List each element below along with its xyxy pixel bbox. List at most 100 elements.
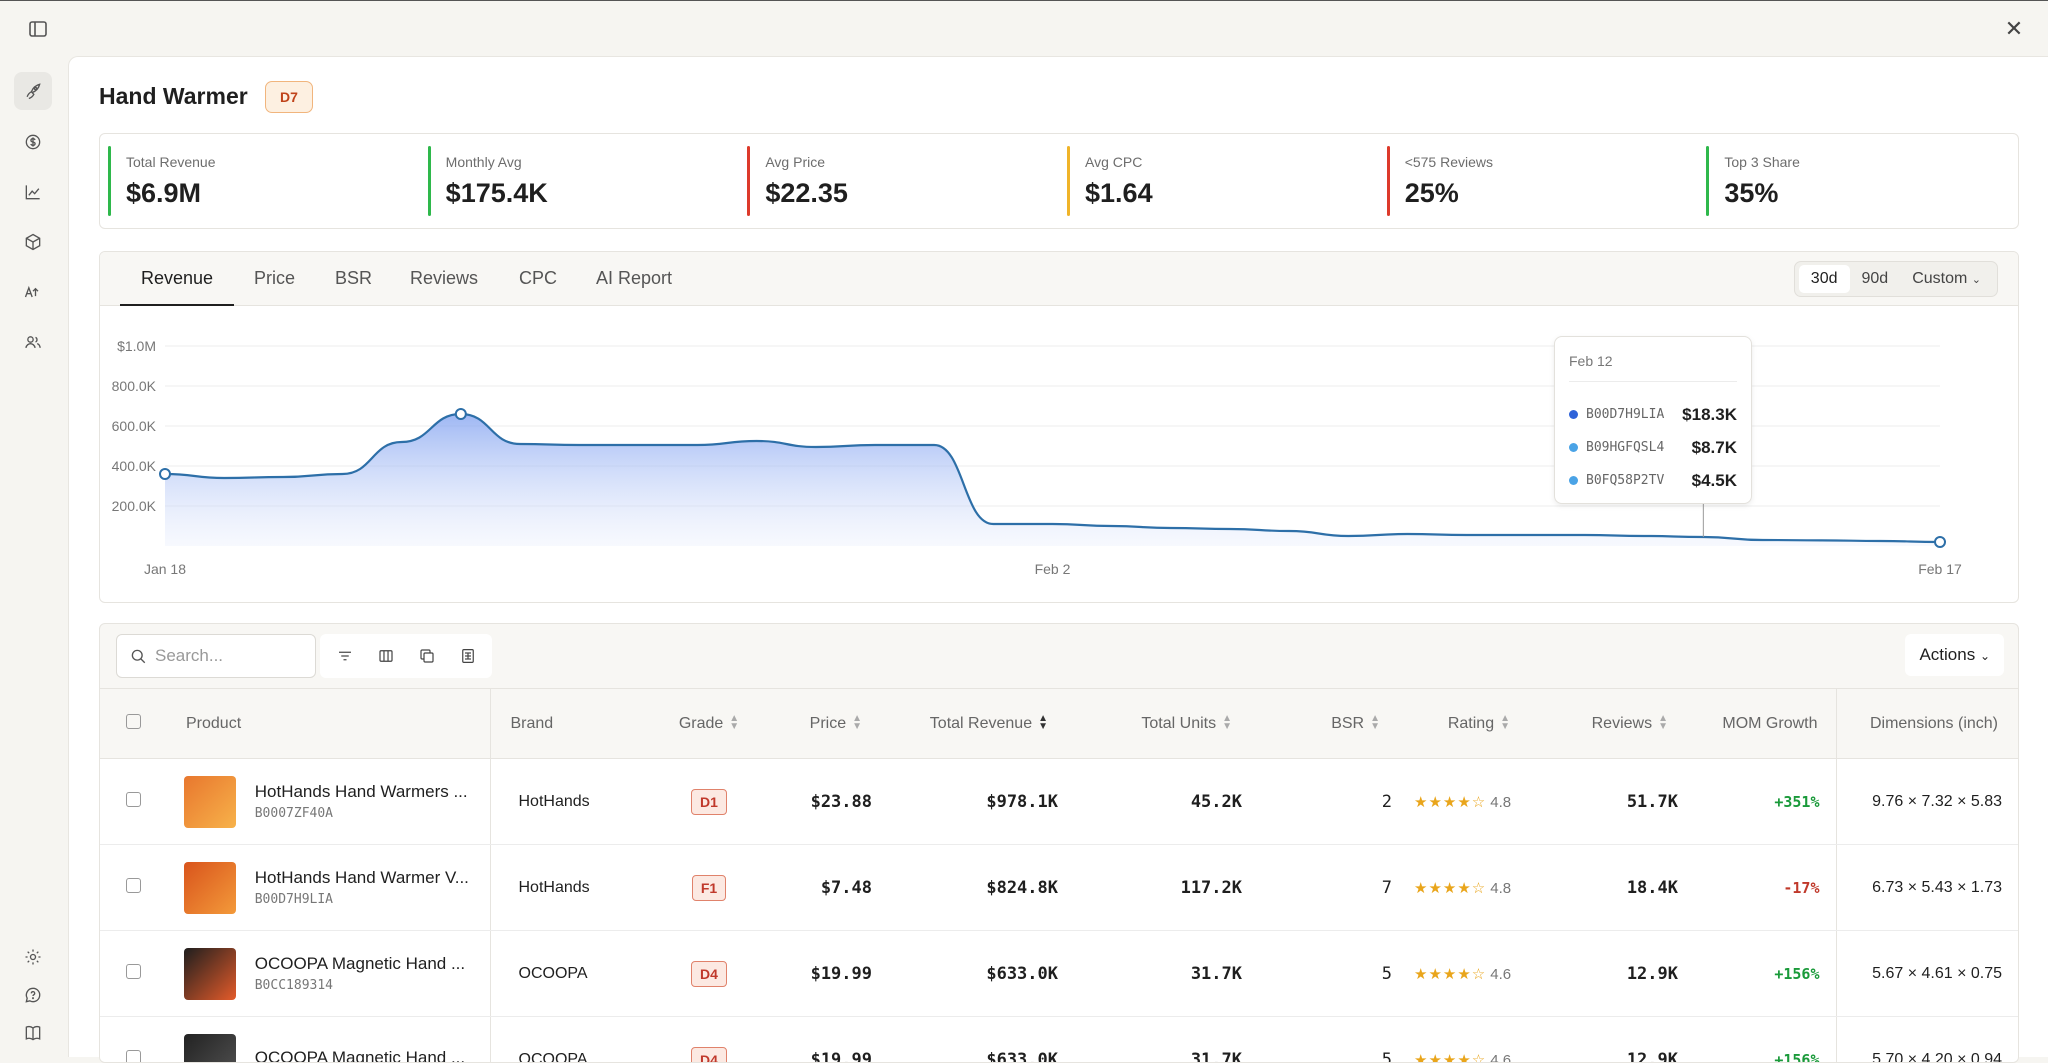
price-cell: $19.99: [752, 931, 882, 1017]
revenue-cell: $633.0K: [882, 931, 1066, 1017]
range-90d[interactable]: 90d: [1850, 265, 1901, 293]
col-mom-growth[interactable]: MOM Growth: [1686, 689, 1836, 759]
actions-button[interactable]: Actions ⌄: [1905, 634, 2004, 676]
book-icon: [23, 1023, 43, 1043]
data-point: [1935, 537, 1945, 547]
rail-launch[interactable]: [14, 72, 52, 110]
search-box[interactable]: [116, 634, 316, 678]
tooltip-amount: $4.5K: [1692, 471, 1737, 491]
sort-icon: ▲▼: [1658, 715, 1668, 731]
table-row[interactable]: OCOOPA Magnetic Hand ... B0CC189314 OCOO…: [100, 931, 2019, 1017]
table-row[interactable]: OCOOPA Magnetic Hand ... OCOOPA D4 $19.9…: [100, 1017, 2019, 1063]
bsr-cell: 5: [1250, 1017, 1400, 1063]
rating-cell: ★★★★☆4.8: [1400, 759, 1536, 845]
sort-active-icon: ▲▼: [1038, 715, 1048, 731]
tab-reviews[interactable]: Reviews: [410, 252, 478, 306]
kpi-accent-bar: [1706, 146, 1709, 216]
col-bsr[interactable]: BSR▲▼: [1250, 689, 1400, 759]
sort-icon: ▲▼: [1222, 715, 1232, 731]
tab-price[interactable]: Price: [254, 252, 295, 306]
price-cell: $23.88: [752, 759, 882, 845]
product-cell[interactable]: OCOOPA Magnetic Hand ...: [166, 1017, 490, 1063]
product-name: OCOOPA Magnetic Hand ...: [255, 1048, 465, 1063]
growth-value: -17%: [1783, 879, 1819, 897]
kpi-accent-bar: [428, 146, 431, 216]
close-icon[interactable]: ✕: [2002, 17, 2026, 41]
grade-cell: F1: [666, 845, 752, 931]
rating-value: 4.8: [1490, 794, 1511, 811]
tab-bsr[interactable]: BSR: [335, 252, 372, 306]
bsr-cell: 7: [1250, 845, 1400, 931]
col-price[interactable]: Price▲▼: [752, 689, 882, 759]
kpi-card: <575 Reviews 25%: [1379, 134, 1699, 228]
row-checkbox[interactable]: [126, 964, 141, 979]
export-button[interactable]: [447, 638, 488, 674]
bsr-cell: 2: [1250, 759, 1400, 845]
rail-products[interactable]: [14, 223, 52, 261]
tab-ai-report[interactable]: AI Report: [596, 252, 672, 306]
col-product[interactable]: Product: [166, 689, 490, 759]
grade-pill: D4: [691, 1047, 727, 1063]
rating-value: 4.8: [1490, 880, 1511, 897]
users-icon: [23, 332, 43, 352]
rail-help[interactable]: [14, 976, 52, 1014]
row-checkbox[interactable]: [126, 792, 141, 807]
table-row[interactable]: HotHands Hand Warmer V... B00D7H9LIA Hot…: [100, 845, 2019, 931]
tooltip-asin: B0FQ58P2TV: [1586, 473, 1692, 488]
filter-button[interactable]: [324, 638, 365, 674]
col-total-units[interactable]: Total Units ▲▼: [1066, 689, 1250, 759]
tooltip-amount: $8.7K: [1692, 438, 1737, 458]
range-custom[interactable]: Custom ⌄: [1900, 265, 1993, 293]
rail-settings[interactable]: [14, 938, 52, 976]
columns-button[interactable]: [365, 638, 406, 674]
brand-cell: HotHands: [490, 759, 666, 845]
gear-icon: [23, 947, 43, 967]
product-cell[interactable]: HotHands Hand Warmers ... B0007ZF40A: [166, 759, 490, 845]
grade-pill: D4: [691, 961, 727, 987]
col-brand[interactable]: Brand: [490, 689, 666, 759]
row-checkbox[interactable]: [126, 1050, 141, 1063]
rail-docs[interactable]: [14, 1014, 52, 1052]
col-grade[interactable]: Grade▲▼: [666, 689, 752, 759]
dollar-circle-icon: [23, 132, 43, 152]
col-total-units-label: Total Units: [1141, 715, 1216, 732]
search-input[interactable]: [155, 646, 305, 666]
col-total-revenue[interactable]: Total Revenue ▲▼: [882, 689, 1066, 759]
col-total-revenue-label: Total Revenue: [930, 715, 1032, 732]
table-row[interactable]: HotHands Hand Warmers ... B0007ZF40A Hot…: [100, 759, 2019, 845]
units-cell: 117.2K: [1066, 845, 1250, 931]
kpi-card: Monthly Avg $175.4K: [420, 134, 740, 228]
range-30d[interactable]: 30d: [1799, 265, 1850, 293]
rating-value: 4.6: [1490, 1052, 1511, 1063]
grade-pill: D1: [691, 789, 727, 815]
sidebar-toggle-icon[interactable]: [26, 17, 50, 41]
page-title: Hand Warmer: [99, 83, 248, 110]
product-cell[interactable]: OCOOPA Magnetic Hand ... B0CC189314: [166, 931, 490, 1017]
rail-analytics[interactable]: [14, 173, 52, 211]
chevron-down-icon: ⌄: [1972, 274, 1981, 286]
col-reviews[interactable]: Reviews▲▼: [1536, 689, 1686, 759]
tab-cpc[interactable]: CPC: [519, 252, 557, 306]
product-asin: B00D7H9LIA: [255, 892, 469, 907]
copy-button[interactable]: [406, 638, 447, 674]
col-rating[interactable]: Rating▲▼: [1400, 689, 1536, 759]
product-name: HotHands Hand Warmers ...: [255, 782, 468, 802]
reviews-cell: 12.9K: [1536, 1017, 1686, 1063]
dimensions-cell: 5.67 × 4.61 × 0.75: [1836, 931, 2019, 1017]
revenue-cell: $824.8K: [882, 845, 1066, 931]
y-tick-label: 200.0K: [112, 498, 157, 514]
select-all-checkbox[interactable]: [126, 714, 141, 729]
table-toolbar: [320, 634, 492, 678]
rating-cell: ★★★★☆4.6: [1400, 931, 1536, 1017]
rail-keywords[interactable]: [14, 273, 52, 311]
row-checkbox[interactable]: [126, 878, 141, 893]
col-rating-label: Rating: [1448, 715, 1494, 732]
tab-revenue[interactable]: Revenue: [120, 252, 234, 306]
text-up-icon: [23, 282, 43, 302]
col-dimensions[interactable]: Dimensions (inch): [1836, 689, 2019, 759]
rail-users[interactable]: [14, 323, 52, 361]
product-text: OCOOPA Magnetic Hand ...: [255, 1048, 465, 1063]
bsr-cell: 5: [1250, 931, 1400, 1017]
rail-pricing[interactable]: [14, 123, 52, 161]
product-cell[interactable]: HotHands Hand Warmer V... B00D7H9LIA: [166, 845, 490, 931]
